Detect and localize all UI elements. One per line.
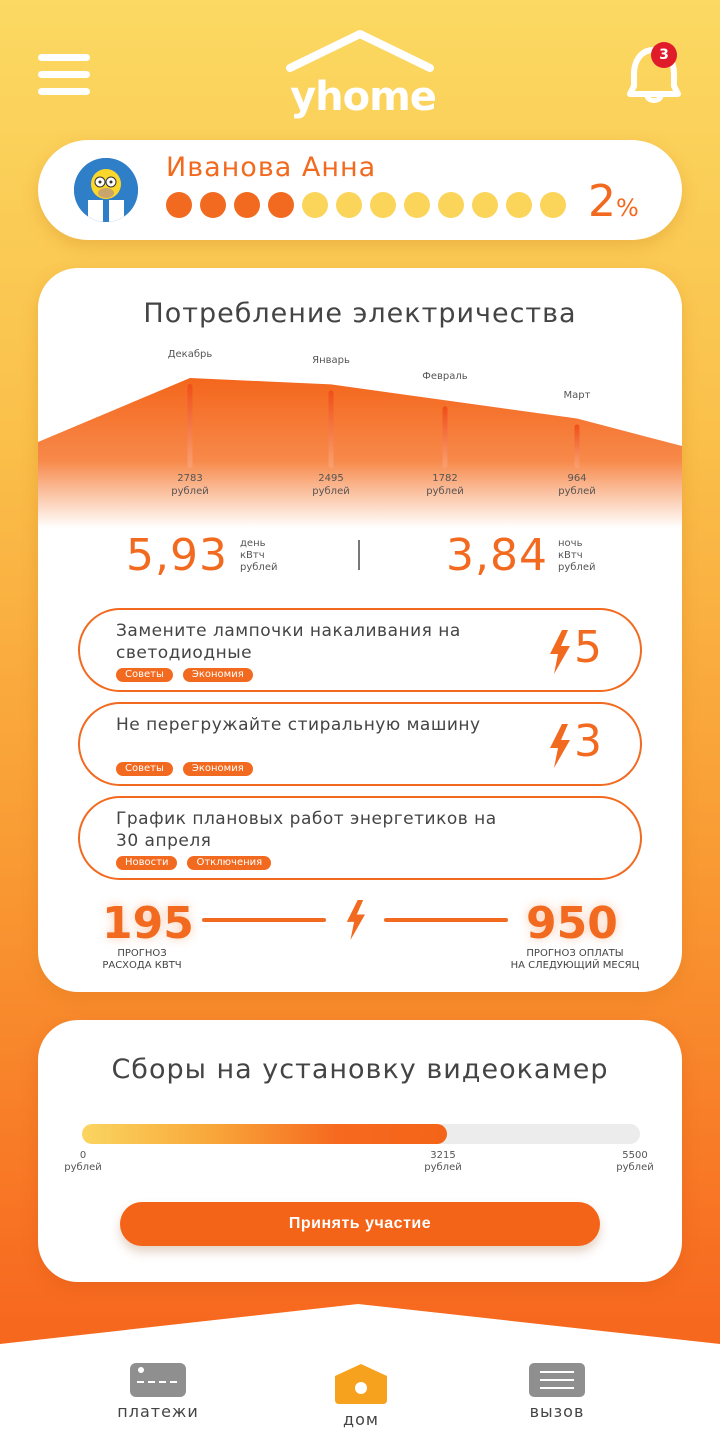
news-tags: Новости Отключения [116,856,272,870]
chart-value-label: 2495 рублей [312,473,350,497]
day-tariff-value: 5,93 [126,530,228,581]
chart-month-label: Февраль [422,371,468,383]
tag[interactable]: Советы [116,762,173,776]
profile-card[interactable]: Иванова Анна 2% [38,140,682,240]
forecast-kwh-value: 195 [102,898,194,949]
level-dot-empty [540,192,566,218]
day-tariff-units: день кВтч рублей [240,538,278,573]
news-card[interactable]: График плановых работ энергетиков на 30 … [78,796,642,880]
electricity-card: Потребление электричества Декабрь 2783 руб… [38,268,682,992]
lightning-icon [346,900,365,940]
nav-home[interactable]: дом [291,1362,431,1429]
stats-divider [358,540,360,570]
fundraising-card: Сборы на установку видеокамер 0 рублей 3… [38,1020,682,1282]
tip-count: 5 [574,622,602,673]
tip-text: Не перегружайте стиральную машину [116,715,481,735]
level-dot-empty [336,192,362,218]
nav-label: платежи [117,1402,199,1421]
card-icon [130,1363,186,1397]
home-icon [335,1364,387,1404]
forecast-payment-label: ПРОГНОЗ ОПЛАТЫ НА СЛЕДУЮЩИЙ МЕСЯЦ [510,948,640,971]
tariff-stats: 5,93 день кВтч рублей 3,84 ночь кВтч руб… [38,530,682,590]
level-dot-filled [234,192,260,218]
chart-month-label: Март [563,389,591,401]
chart-value-label: 2783 рублей [171,473,209,497]
tag[interactable]: Отключения [187,856,272,870]
progress-current-label: 3215 рублей [424,1150,462,1173]
level-dot-empty [404,192,430,218]
forecast-line-right [384,918,508,922]
level-dot-filled [268,192,294,218]
chart-value-label: 1782 рублей [426,473,464,497]
nav-payments[interactable]: платежи [88,1362,228,1421]
level-dot-filled [200,192,226,218]
level-dot-empty [370,192,396,218]
tag[interactable]: Экономия [182,762,253,776]
progress-fill [82,1124,448,1144]
progress-min-label: 0 рублей [64,1150,102,1173]
lightning-icon [550,724,570,768]
fundraising-progress [82,1124,640,1144]
electricity-title: Потребление электричества [143,298,577,329]
forecast-payment-value: 950 [526,898,618,949]
tag[interactable]: Новости [116,856,178,870]
bottom-nav: платежи дом вызов [0,1300,720,1440]
forecast: 195 ПРОГНОЗ РАСХОДА КВТЧ 950 ПРОГНОЗ ОПЛ… [38,898,682,978]
chart-bar [442,406,448,468]
nav-call[interactable]: вызов [487,1362,627,1421]
chart-bar [187,384,193,468]
night-tariff-value: 3,84 [446,530,548,581]
tip-card-2[interactable]: Не перегружайте стиральную машину Советы… [78,702,642,786]
tip-count: 3 [574,716,602,767]
tip-text: Замените лампочки накаливания на светоди… [116,621,461,663]
level-percent: 2% [588,176,639,227]
chart-month-label: Январь [312,355,350,367]
chart-bar [328,390,334,468]
chart-bar [574,424,580,468]
level-dot-empty [438,192,464,218]
level-dot-empty [506,192,532,218]
lightning-icon [550,630,570,674]
menu-button[interactable] [38,54,90,96]
tip-tags: Советы Экономия [116,762,253,776]
progress-max-label: 5500 рублей [616,1150,654,1173]
chart-month-label: Декабрь [167,349,213,360]
level-indicator [166,192,566,218]
tag[interactable]: Экономия [182,668,253,682]
tip-tags: Советы Экономия [116,668,253,682]
notification-badge: 3 [651,42,677,68]
logo-text: yhome [290,74,437,120]
tag[interactable]: Советы [116,668,173,682]
fundraising-title: Сборы на установку видеокамер [111,1054,609,1085]
tip-card-1[interactable]: Замените лампочки накаливания на светоди… [78,608,642,692]
chart-value-label: 964 рублей [558,473,596,497]
user-name: Иванова Анна [166,152,377,183]
level-dot-empty [472,192,498,218]
level-dot-filled [166,192,192,218]
avatar-image [74,158,138,222]
avatar [74,158,138,222]
nav-label: вызов [529,1402,585,1421]
night-tariff-units: ночь кВтч рублей [558,538,596,573]
forecast-kwh-label: ПРОГНОЗ РАСХОДА КВТЧ [102,948,182,971]
call-list-icon [529,1363,585,1397]
join-button[interactable]: Принять участие [120,1202,600,1246]
news-text: График плановых работ энергетиков на 30 … [116,809,497,851]
level-dot-empty [302,192,328,218]
forecast-line-left [202,918,326,922]
logo: yhome [280,26,440,120]
nav-label: дом [343,1410,379,1429]
hamburger-icon [38,54,90,61]
